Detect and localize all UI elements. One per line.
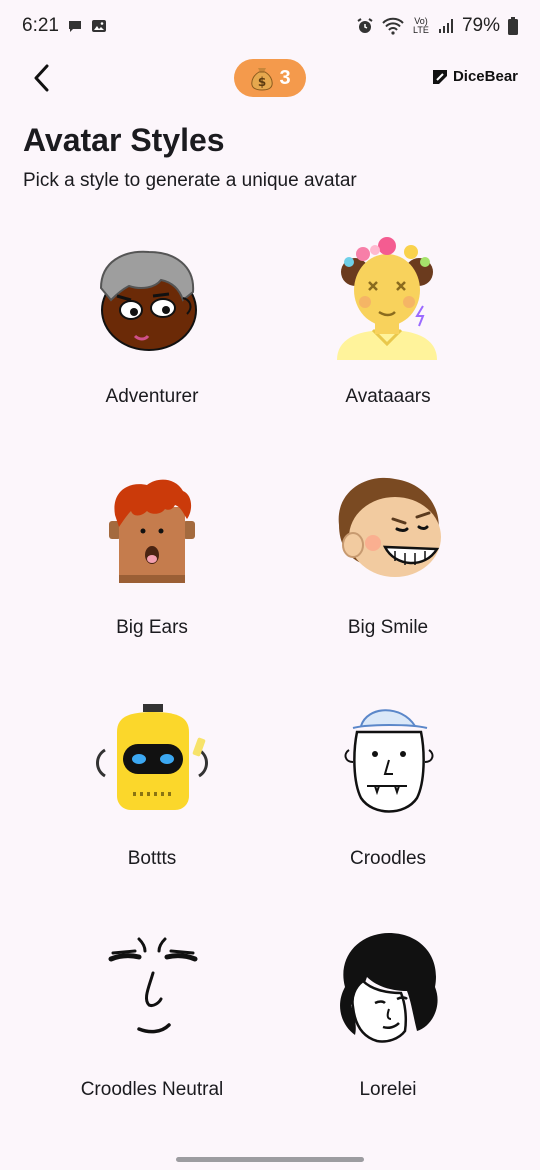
style-card-bottts[interactable]: Bottts bbox=[34, 688, 270, 919]
adventurer-avatar-image bbox=[99, 250, 197, 351]
battery-icon bbox=[508, 17, 518, 35]
style-label: Big Ears bbox=[116, 617, 188, 638]
style-card-lorelei[interactable]: Lorelei bbox=[270, 919, 506, 1150]
signal-icon bbox=[438, 18, 454, 34]
coin-count: 3 bbox=[279, 66, 291, 89]
style-card-big-ears[interactable]: Big Ears bbox=[34, 457, 270, 688]
status-right: Vo) LTE 79% bbox=[356, 15, 518, 37]
page-subtitle: Pick a style to generate a unique avatar bbox=[23, 170, 357, 191]
alarm-icon bbox=[356, 17, 374, 35]
style-label: Lorelei bbox=[359, 1079, 417, 1100]
style-card-avataaars[interactable]: Avataaars bbox=[270, 226, 506, 457]
style-card-croodles[interactable]: Croodles bbox=[270, 688, 506, 919]
style-label: Avataaars bbox=[345, 386, 431, 407]
money-bag-icon: $ bbox=[251, 68, 274, 91]
chevron-left-icon bbox=[34, 64, 49, 92]
battery-percent: 79% bbox=[461, 15, 500, 36]
chat-bubble-icon bbox=[67, 18, 83, 34]
bottts-avatar-image bbox=[96, 704, 208, 810]
style-label: Big Smile bbox=[347, 617, 429, 638]
style-card-croodles-neutral[interactable]: Croodles Neutral bbox=[34, 919, 270, 1150]
avataaars-avatar-image bbox=[337, 237, 437, 360]
page-title: Avatar Styles bbox=[23, 122, 225, 158]
gallery-icon bbox=[91, 18, 107, 34]
status-time: 6:21 bbox=[22, 15, 59, 36]
style-label: Adventurer bbox=[105, 386, 199, 407]
croodles-avatar-image bbox=[344, 709, 434, 813]
lorelei-avatar-image bbox=[340, 933, 438, 1043]
big-ears-avatar-image bbox=[109, 479, 195, 583]
back-button[interactable] bbox=[26, 62, 58, 94]
croodles-neutral-avatar-image bbox=[108, 937, 198, 1034]
avatar-style-grid: Adventurer Avataaars Big Ears Big Smile … bbox=[34, 226, 506, 1150]
dicebear-logo: DiceBear bbox=[432, 68, 518, 85]
big-smile-avatar-image bbox=[338, 477, 441, 577]
style-card-big-smile[interactable]: Big Smile bbox=[270, 457, 506, 688]
coin-balance-button[interactable]: $ 3 bbox=[234, 59, 306, 97]
status-left: 6:21 bbox=[22, 15, 107, 37]
wifi-icon bbox=[382, 17, 404, 35]
svg-text:$: $ bbox=[258, 75, 266, 89]
status-bar: 6:21 Vo) LTE 79% bbox=[0, 0, 540, 52]
home-indicator[interactable] bbox=[176, 1157, 364, 1162]
app-bar: $ 3 DiceBear bbox=[0, 56, 540, 100]
style-card-adventurer[interactable]: Adventurer bbox=[34, 226, 270, 457]
style-label: Croodles Neutral bbox=[80, 1079, 224, 1100]
network-label: Vo) LTE bbox=[413, 16, 429, 35]
brand-name: DiceBear bbox=[452, 68, 518, 85]
dicebear-logo-icon bbox=[432, 69, 447, 84]
style-label: Bottts bbox=[127, 848, 177, 869]
style-label: Croodles bbox=[349, 848, 427, 869]
